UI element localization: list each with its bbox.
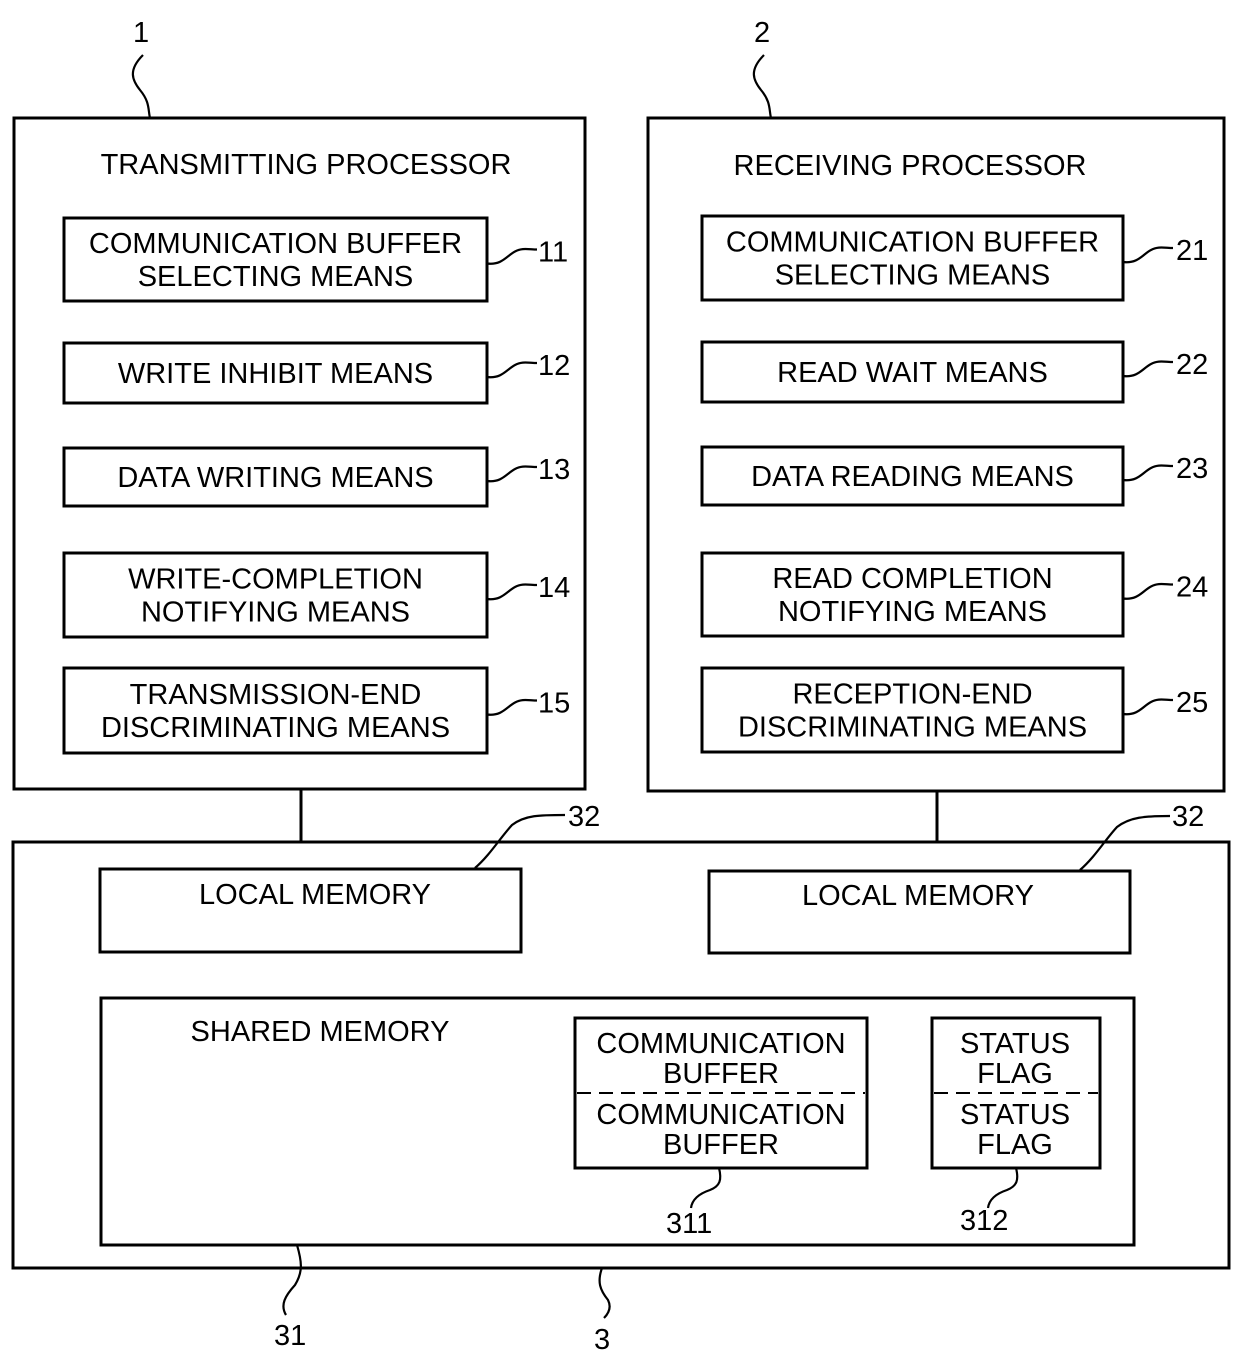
local-memory-left-label: LOCAL MEMORY [199, 879, 431, 911]
ref-means-block: 21 [1176, 235, 1208, 267]
leader-line [752, 54, 773, 119]
ref-means-block: 14 [538, 572, 570, 604]
ref-shared-memory: 31 [274, 1320, 306, 1352]
ref-receiving-processor: 2 [754, 17, 770, 49]
ref-transmitting-processor: 1 [133, 17, 149, 49]
means-block-label: TRANSMISSION-END [130, 679, 422, 711]
means-block-label: READ WAIT MEANS [777, 357, 1048, 389]
ref-status-flags: 312 [960, 1205, 1008, 1237]
ref-means-block: 23 [1176, 453, 1208, 485]
means-block-label: DISCRIMINATING MEANS [738, 712, 1087, 744]
ref-means-block: 11 [538, 237, 568, 269]
means-block-label: DATA READING MEANS [751, 461, 1074, 493]
buffer-1-line-2: BUFFER [663, 1058, 779, 1090]
buffer-2-line-1: COMMUNICATION [596, 1099, 845, 1131]
means-block-label: SELECTING MEANS [775, 260, 1051, 292]
receiving-processor-title: RECEIVING PROCESSOR [734, 150, 1087, 182]
ref-means-block: 15 [538, 688, 570, 720]
flag-2-line-2: FLAG [977, 1129, 1053, 1161]
flag-2-line-1: STATUS [960, 1099, 1070, 1131]
ref-means-block: 13 [538, 454, 570, 486]
shared-memory-label: SHARED MEMORY [191, 1016, 450, 1048]
ref-communication-buffers: 311 [666, 1208, 712, 1240]
ref-means-block: 24 [1176, 572, 1208, 604]
leader-line [131, 54, 152, 119]
ref-means-block: 25 [1176, 687, 1208, 719]
ref-local-memory-right: 32 [1172, 801, 1204, 833]
means-block-label: WRITE-COMPLETION [128, 564, 423, 596]
means-block-label: COMMUNICATION BUFFER [89, 228, 462, 260]
means-block-label: WRITE INHIBIT MEANS [118, 358, 433, 390]
means-block-label: DISCRIMINATING MEANS [101, 712, 450, 744]
means-block-label: COMMUNICATION BUFFER [726, 227, 1099, 259]
means-block-label: SELECTING MEANS [138, 261, 414, 293]
ref-local-memory-left: 32 [568, 801, 600, 833]
means-block-label: RECEPTION-END [792, 679, 1032, 711]
means-block-label: NOTIFYING MEANS [141, 597, 410, 629]
means-block-label: NOTIFYING MEANS [778, 596, 1047, 628]
flag-1-line-1: STATUS [960, 1028, 1070, 1060]
transmitting-processor-title: TRANSMITTING PROCESSOR [101, 149, 512, 181]
means-block-label: READ COMPLETION [772, 563, 1052, 595]
ref-means-block: 12 [538, 350, 570, 382]
means-block-label: DATA WRITING MEANS [117, 462, 433, 494]
buffer-1-line-1: COMMUNICATION [596, 1028, 845, 1060]
block-diagram: 1 TRANSMITTING PROCESSOR COMMUNICATION B… [11, 17, 1231, 1356]
buffer-2-line-2: BUFFER [663, 1129, 779, 1161]
local-memory-right-label: LOCAL MEMORY [802, 880, 1034, 912]
leader-line [598, 1267, 611, 1319]
ref-means-block: 22 [1176, 349, 1208, 381]
flag-1-line-2: FLAG [977, 1058, 1053, 1090]
ref-memory-unit: 3 [594, 1324, 610, 1356]
